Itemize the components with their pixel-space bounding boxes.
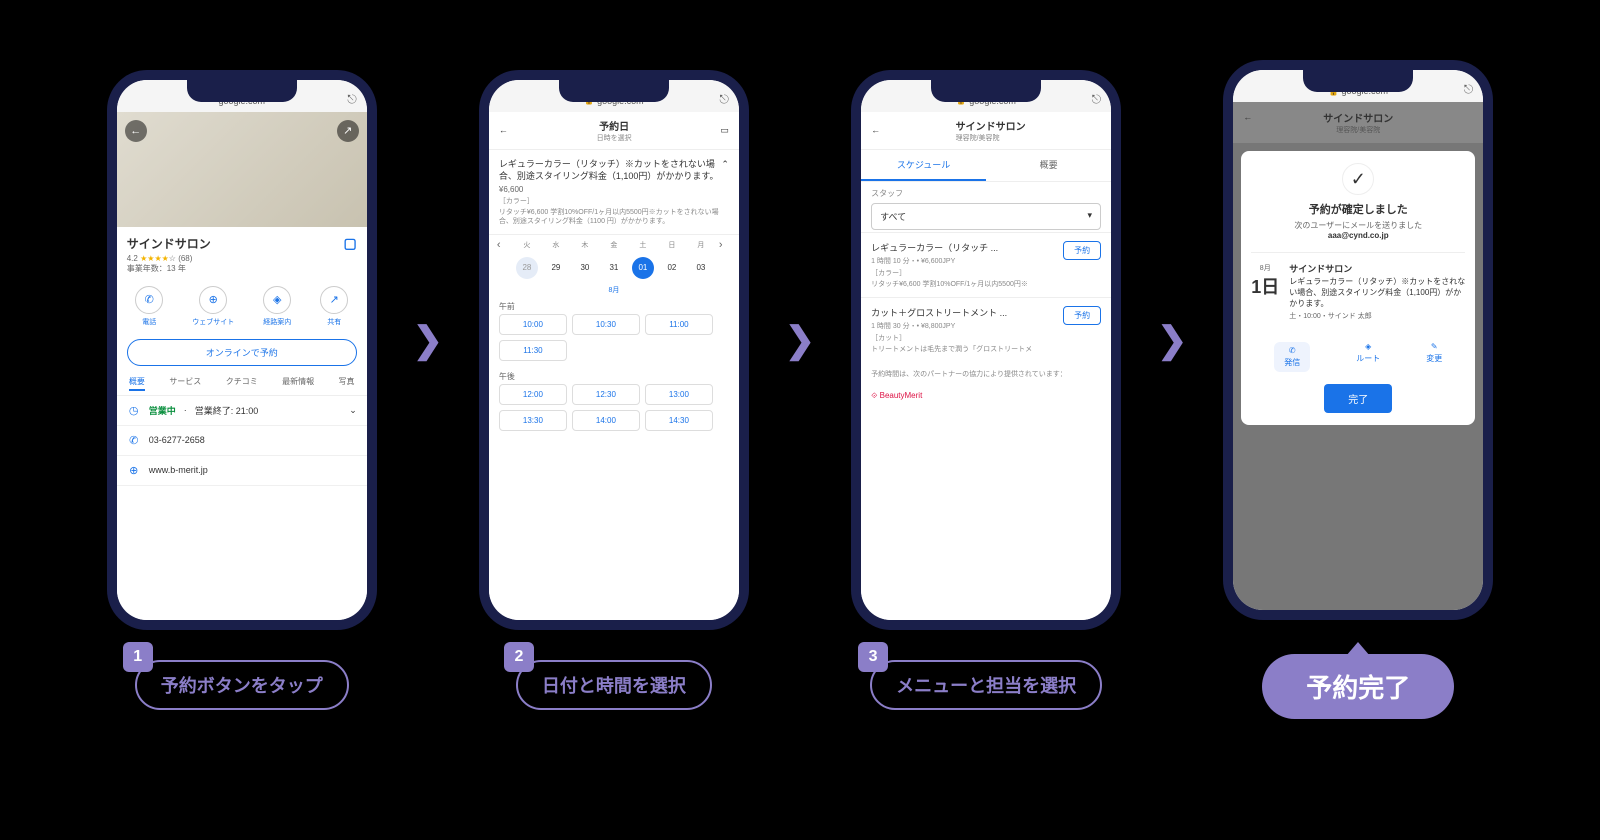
tab-schedule[interactable]: スケジュール xyxy=(861,150,986,181)
step-1-badge: 1 予約ボタンをタップ xyxy=(135,660,349,710)
share-icon[interactable]: ⎋ xyxy=(1092,92,1102,107)
time-slot[interactable]: 14:30 xyxy=(645,410,713,431)
phone-icon: ✆ xyxy=(127,434,141,447)
time-slot[interactable]: 12:30 xyxy=(572,384,640,405)
phone-step-4: 🔒 google.com ⎋ ← サインドサロン 理容院/美容院 ✓ 予約が確定 xyxy=(1223,60,1493,620)
back-icon[interactable]: ← xyxy=(871,125,880,135)
arrow-icon: ❯ xyxy=(779,319,821,361)
tab-updates[interactable]: 最新情報 xyxy=(282,376,314,391)
bookmark-icon[interactable]: ▢ xyxy=(344,235,357,252)
time-slot[interactable]: 11:00 xyxy=(645,314,713,335)
globe-icon: ⊕ xyxy=(199,286,227,314)
date-cell[interactable]: 31 xyxy=(603,263,625,272)
reserve-button[interactable]: 予約 xyxy=(1063,241,1101,260)
globe-icon: ⊕ xyxy=(127,464,141,477)
hero-share-icon[interactable]: ↗ xyxy=(337,120,359,142)
call-button[interactable]: ✆電話 xyxy=(135,286,163,327)
date-cell[interactable]: 29 xyxy=(545,263,567,272)
menu-item: レギュラーカラー（リタッチ ... 1 時間 10 分・• ¥6,600JPY … xyxy=(861,232,1111,297)
share-icon[interactable]: ⎋ xyxy=(1464,82,1474,97)
prev-week-icon[interactable]: ‹ xyxy=(497,239,509,251)
page-title: 予約日 xyxy=(597,118,632,133)
reserve-online-button[interactable]: オンラインで予約 xyxy=(127,339,357,366)
back-icon: ← xyxy=(1243,112,1252,122)
page-title: サインドサロン xyxy=(956,118,1026,133)
business-name: サインドサロン xyxy=(127,235,211,252)
arrow-icon: ❯ xyxy=(407,319,449,361)
calendar-day-header: ‹ 火水木金土日月 › xyxy=(489,235,739,255)
confirmation-email: aaa@cynd.co.jp xyxy=(1251,231,1465,240)
time-slot[interactable]: 13:30 xyxy=(499,410,567,431)
done-button[interactable]: 完了 xyxy=(1324,384,1392,413)
chevron-up-icon[interactable]: ⌃ xyxy=(721,158,729,183)
time-slot[interactable]: 14:00 xyxy=(572,410,640,431)
step-2-badge: 2 日付と時間を選択 xyxy=(516,660,712,710)
back-icon[interactable]: ← xyxy=(125,120,147,142)
chevron-down-icon: ⌄ xyxy=(349,405,357,416)
change-button[interactable]: ✎変更 xyxy=(1426,342,1442,372)
hours-row[interactable]: ◷ 営業中 · 営業終了: 21:00 ⌄ xyxy=(117,396,367,426)
phone-row[interactable]: ✆ 03-6277-2658 xyxy=(117,426,367,456)
reserve-button[interactable]: 予約 xyxy=(1063,306,1101,325)
directions-icon: ◈ xyxy=(1365,342,1371,351)
date-cell[interactable]: 03 xyxy=(690,263,712,272)
tab-overview[interactable]: 概要 xyxy=(129,376,145,391)
time-slot[interactable]: 10:00 xyxy=(499,314,567,335)
step-3-badge: 3 メニューと担当を選択 xyxy=(870,660,1102,710)
share-button[interactable]: ↗共有 xyxy=(320,286,348,327)
back-icon[interactable]: ← xyxy=(499,125,508,135)
share-icon: ↗ xyxy=(320,286,348,314)
staff-dropdown[interactable]: すべて ▾ xyxy=(871,203,1101,230)
website-row[interactable]: ⊕ www.b-merit.jp xyxy=(117,456,367,486)
phone-step-2: 🔒 google.com ⎋ ← 予約日 日時を選択 ▭ xyxy=(479,70,749,630)
partner-note: 予約時間は、次のパートナーの協力により提供されています： xyxy=(861,362,1111,388)
date-cell-selected[interactable]: 01 xyxy=(632,257,654,279)
website-button[interactable]: ⊕ウェブサイト xyxy=(192,286,234,327)
edit-icon: ✎ xyxy=(1431,342,1438,351)
checkmark-icon: ✓ xyxy=(1342,163,1374,195)
tab-photos[interactable]: 写真 xyxy=(338,376,354,391)
phone-step-1: google.com ⎋ ← ↗ サインドサロン ▢ 4.2 ★★★ xyxy=(107,70,377,630)
phone-icon: ✆ xyxy=(135,286,163,314)
phone-icon: ✆ xyxy=(1289,346,1296,355)
time-slot[interactable]: 11:30 xyxy=(499,340,567,361)
calendar-icon[interactable]: ▭ xyxy=(720,125,729,136)
share-icon[interactable]: ⎋ xyxy=(347,92,357,107)
phone-step-3: 🔒 google.com ⎋ ← サインドサロン 理容院/美容院 スケジュ xyxy=(851,70,1121,630)
dimmed-header: ← サインドサロン 理容院/美容院 xyxy=(1233,102,1483,143)
business-years: 事業年数：13 年 xyxy=(127,263,357,274)
hero-image: ← ↗ xyxy=(117,112,367,227)
menu-item: カット＋グロストリートメント ... 1 時間 30 分・• ¥8,800JPY… xyxy=(861,297,1111,362)
arrow-icon: ❯ xyxy=(1151,319,1193,361)
clock-icon: ◷ xyxy=(127,404,141,417)
date-cell[interactable]: 02 xyxy=(661,263,683,272)
chevron-down-icon: ▾ xyxy=(1088,210,1093,223)
directions-icon: ◈ xyxy=(263,286,291,314)
tab-reviews[interactable]: クチコミ xyxy=(226,376,258,391)
service-name: レギュラーカラー（リタッチ）※カットをされない場合、別途スタイリング料金（1,1… xyxy=(499,158,721,183)
tab-overview[interactable]: 概要 xyxy=(986,150,1111,181)
beautymerit-logo: ⟐ BeautyMerit xyxy=(861,387,1111,405)
confirmation-title: 予約が確定しました xyxy=(1251,201,1465,217)
date-cell[interactable]: 28 xyxy=(516,257,538,279)
time-slot[interactable]: 13:00 xyxy=(645,384,713,405)
time-slot[interactable]: 10:30 xyxy=(572,314,640,335)
time-slot[interactable]: 12:00 xyxy=(499,384,567,405)
tab-service[interactable]: サービス xyxy=(169,376,201,391)
next-week-icon[interactable]: › xyxy=(719,239,731,251)
route-button[interactable]: ◈ルート xyxy=(1356,342,1380,372)
date-cell[interactable]: 30 xyxy=(574,263,596,272)
final-badge: 予約完了 xyxy=(1262,654,1454,719)
confirmation-card: ✓ 予約が確定しました 次のユーザーにメールを送りました aaa@cynd.co… xyxy=(1241,151,1475,425)
rating-row: 4.2 ★★★★☆ (68) xyxy=(127,254,357,263)
call-button[interactable]: ✆発信 xyxy=(1274,342,1310,372)
share-icon[interactable]: ⎋ xyxy=(719,92,729,107)
directions-button[interactable]: ◈経路案内 xyxy=(263,286,291,327)
